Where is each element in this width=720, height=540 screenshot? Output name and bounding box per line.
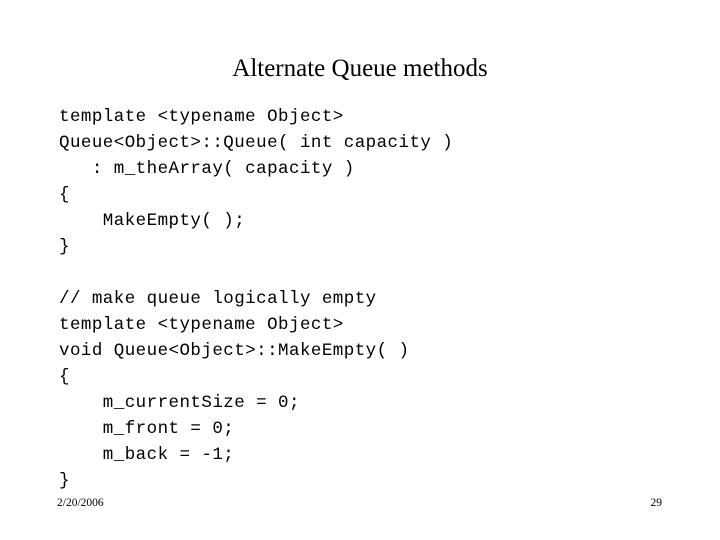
code-line: { xyxy=(59,185,70,205)
code-line: void Queue<Object>::MakeEmpty( ) xyxy=(59,341,410,361)
code-line: // make queue logically empty xyxy=(59,289,377,309)
code-block: template <typename Object> Queue<Object>:… xyxy=(59,104,699,494)
code-line: m_front = 0; xyxy=(59,419,235,439)
page-title: Alternate Queue methods xyxy=(232,55,488,82)
code-line: Queue<Object>::Queue( int capacity ) xyxy=(59,133,454,153)
code-line: template <typename Object> xyxy=(59,107,344,127)
code-line: m_back = -1; xyxy=(59,445,235,465)
code-line: { xyxy=(59,367,70,387)
code-line: } xyxy=(59,237,70,257)
footer-date: 2/20/2006 xyxy=(57,497,104,509)
code-line: : m_theArray( capacity ) xyxy=(59,159,355,179)
presentation-slide: Alternate Queue methods template <typena… xyxy=(0,0,720,540)
slide-footer: 2/20/2006 29 xyxy=(0,495,720,515)
footer-page-number: 29 xyxy=(650,497,663,509)
code-line: m_currentSize = 0; xyxy=(59,393,300,413)
code-line: template <typename Object> xyxy=(59,315,344,335)
code-line: } xyxy=(59,471,70,491)
code-line: MakeEmpty( ); xyxy=(59,211,246,231)
